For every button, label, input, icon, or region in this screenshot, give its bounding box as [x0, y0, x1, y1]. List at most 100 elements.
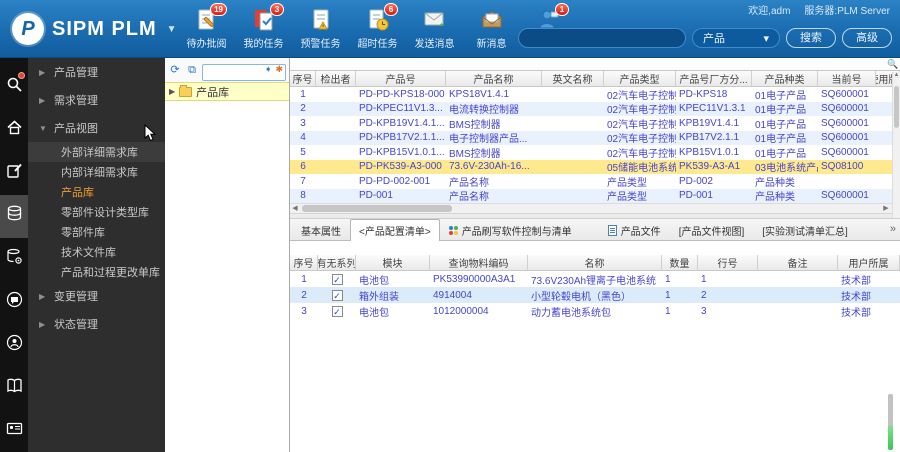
- tab-4[interactable]: [581, 220, 599, 240]
- tree-filter-icon[interactable]: ✱: [275, 64, 283, 75]
- app-logo[interactable]: P SIPM PLM ▼: [12, 13, 177, 45]
- tree-search-input[interactable]: [202, 63, 286, 81]
- bom-vertical-scrollbar[interactable]: [888, 394, 893, 450]
- green-scroll-thumb[interactable]: [888, 426, 893, 450]
- product-table-row-4[interactable]: 4 PD-KPB17V2.1.1... 电子控制器产品... 02汽车电子控制...K…: [290, 130, 900, 145]
- tabs-overflow-chevron[interactable]: »: [890, 223, 896, 235]
- tab-6[interactable]: [产品文件视图]: [670, 220, 754, 240]
- sidebar-item-2[interactable]: ▶ 需求管理: [28, 86, 165, 114]
- product-col-header-6[interactable]: 产品类型: [604, 71, 676, 86]
- toolbar-item-5[interactable]: 发送消息: [406, 7, 463, 50]
- toolbar-item-6[interactable]: 新消息: [463, 7, 520, 50]
- vscroll-thumb[interactable]: [894, 86, 899, 128]
- rail-item-chat[interactable]: [0, 280, 28, 323]
- series-checkbox[interactable]: ✓: [331, 273, 343, 285]
- bom-col-header-5[interactable]: 名称: [528, 255, 662, 270]
- horizontal-scrollbar[interactable]: ◀ ▶: [290, 203, 900, 213]
- rail-item-search[interactable]: [0, 66, 28, 109]
- chevron-right-icon[interactable]: ▶: [39, 292, 47, 301]
- bom-col-header-3[interactable]: 模块: [356, 255, 430, 270]
- product-col-header-2[interactable]: 检出者: [316, 71, 356, 86]
- scroll-left-icon[interactable]: ◀: [290, 204, 300, 213]
- search-button[interactable]: 搜索: [786, 28, 836, 48]
- logo-chevron-down-icon[interactable]: ▼: [167, 24, 177, 35]
- vertical-scrollbar[interactable]: ▲: [892, 72, 900, 218]
- sidebar-item-7[interactable]: 零部件设计类型库: [28, 202, 165, 222]
- refresh-icon[interactable]: ⟳: [168, 63, 182, 77]
- hscroll-thumb[interactable]: [302, 205, 452, 212]
- product-col-header-1[interactable]: 序号: [290, 71, 316, 86]
- sidebar-item-label: 产品库: [61, 187, 94, 199]
- rail-item-database-gear[interactable]: [0, 238, 28, 281]
- bom-table-row-3[interactable]: 3 ✓ 电池包 1012000004 动力蓄电池系统包 1 3 技术部: [290, 303, 900, 319]
- search-category-select[interactable]: 产品 ▾: [692, 28, 780, 48]
- tree-search-go-icon[interactable]: ➧: [264, 64, 272, 75]
- series-checkbox[interactable]: ✓: [331, 289, 343, 301]
- product-col-header-8[interactable]: 产品种类: [752, 71, 818, 86]
- product-table-row-2[interactable]: 2 PD-KPEC11V1.3... 电流转换控制器 02汽车电子控制...KPEC1…: [290, 101, 900, 116]
- tree-root-node[interactable]: ▶ 产品库: [165, 82, 289, 101]
- chevron-down-icon[interactable]: ▼: [39, 124, 47, 133]
- bom-col-header-2[interactable]: 有无系列: [318, 255, 356, 270]
- cell: 01电子产品: [755, 105, 807, 116]
- tab-7[interactable]: [实验测试清单汇总]: [753, 220, 857, 240]
- product-table-row-6[interactable]: 6 PD-PK539-A3-000 73.6V-230Ah-16... 05储能电池系…: [290, 159, 900, 174]
- product-col-header-4[interactable]: 产品名称: [446, 71, 542, 86]
- bom-col-header-1[interactable]: 序号: [290, 255, 318, 270]
- rail-item-database[interactable]: [0, 194, 28, 238]
- product-table-row-8[interactable]: 8 PD-001 产品名称 产品类型 PD-001 产品种类 SQ600001: [290, 188, 900, 203]
- sidebar-item-3[interactable]: ▼ 产品视图: [28, 114, 165, 142]
- sidebar-item-9[interactable]: 技术文件库: [28, 242, 165, 262]
- tab-3[interactable]: 产品刷写软件控制与清单: [440, 220, 581, 240]
- sidebar-item-5[interactable]: 内部详细需求库: [28, 162, 165, 182]
- cell: KPB19V1.4.1: [679, 117, 740, 129]
- sidebar-item-4[interactable]: 外部详细需求库: [28, 142, 165, 162]
- sidebar-item-label: 需求管理: [54, 95, 98, 107]
- tree-expand-icon[interactable]: ▶: [169, 87, 175, 96]
- rail-item-edit[interactable]: [0, 152, 28, 195]
- chevron-right-icon[interactable]: ▶: [39, 320, 47, 329]
- sidebar-item-8[interactable]: 零部件库: [28, 222, 165, 242]
- chevron-right-icon[interactable]: ▶: [39, 96, 47, 105]
- product-table-row-5[interactable]: 5 PD-KPB15V1.0.1... BMS控制器 02汽车电子控制...KPB15…: [290, 145, 900, 160]
- tab-5[interactable]: 产品文件: [599, 220, 670, 240]
- product-col-header-7[interactable]: 产品号厂方分...: [676, 71, 752, 86]
- bom-col-header-6[interactable]: 数量: [662, 255, 698, 270]
- global-search-input[interactable]: [518, 28, 686, 48]
- toolbar-item-3[interactable]: 预警任务: [292, 7, 349, 50]
- series-checkbox[interactable]: ✓: [331, 305, 343, 317]
- product-col-header-3[interactable]: 产品号: [356, 71, 446, 86]
- scroll-up-icon[interactable]: ▲: [893, 72, 900, 78]
- tab-2[interactable]: <产品配置清单>: [350, 219, 440, 241]
- sidebar-item-6[interactable]: 产品库: [28, 182, 165, 202]
- search-icon[interactable]: 🔍: [886, 59, 900, 70]
- sidebar-item-11[interactable]: ▶ 变更管理: [28, 282, 165, 310]
- tab-1[interactable]: 基本属性: [292, 220, 350, 240]
- hierarchy-icon[interactable]: ⧉: [185, 63, 199, 77]
- bom-col-header-7[interactable]: 行号: [698, 255, 758, 270]
- scroll-right-icon[interactable]: ▶: [881, 204, 891, 213]
- product-table-row-1[interactable]: 1 PD-PD-KPS18-000 KPS18V1.4.1 02汽车电子控制...PD…: [290, 87, 900, 102]
- toolbar-item-4[interactable]: 6 超时任务: [349, 3, 406, 50]
- rail-item-book[interactable]: [0, 366, 28, 409]
- product-table-row-7[interactable]: 7 PD-PD-002-001 产品名称 产品类型 PD-002 产品种类: [290, 174, 900, 189]
- sidebar-item-1[interactable]: ▶ 产品管理: [28, 58, 165, 86]
- product-col-header-5[interactable]: 英文名称: [542, 71, 604, 86]
- bom-col-header-9[interactable]: 用户所属: [838, 255, 900, 270]
- bom-table-row-1[interactable]: 1 ✓ 电池包 PK53990000A3A1 73.6V230Ah锂离子电池系统 1 1 技术…: [290, 271, 900, 287]
- rail-item-home[interactable]: [0, 109, 28, 152]
- rail-item-id-card[interactable]: [0, 409, 28, 452]
- product-col-header-9[interactable]: 当前号: [818, 71, 876, 86]
- toolbar-item-1[interactable]: 19 待办批阅: [178, 3, 235, 50]
- bom-col-header-8[interactable]: 备注: [758, 255, 838, 270]
- sidebar-item-10[interactable]: 产品和过程更改单库: [28, 262, 165, 282]
- advanced-search-button[interactable]: 高级: [842, 28, 892, 48]
- rail-item-broadcast[interactable]: [0, 323, 28, 366]
- toolbar-item-2[interactable]: 3 我的任务: [235, 3, 292, 50]
- bom-col-header-4[interactable]: 查询物料编码: [430, 255, 528, 270]
- product-table-row-3[interactable]: 3 PD-KPB19V1.4.1... BMS控制器 02汽车电子控制...KPB19…: [290, 116, 900, 131]
- sidebar-item-12[interactable]: ▶ 状态管理: [28, 310, 165, 338]
- quick-filter-input[interactable]: [290, 58, 886, 70]
- bom-table-row-2[interactable]: 2 ✓ 箱外组装 4914004 小型轮毂电机（黑色） 1 2 技术部: [290, 287, 900, 303]
- chevron-right-icon[interactable]: ▶: [39, 68, 47, 77]
